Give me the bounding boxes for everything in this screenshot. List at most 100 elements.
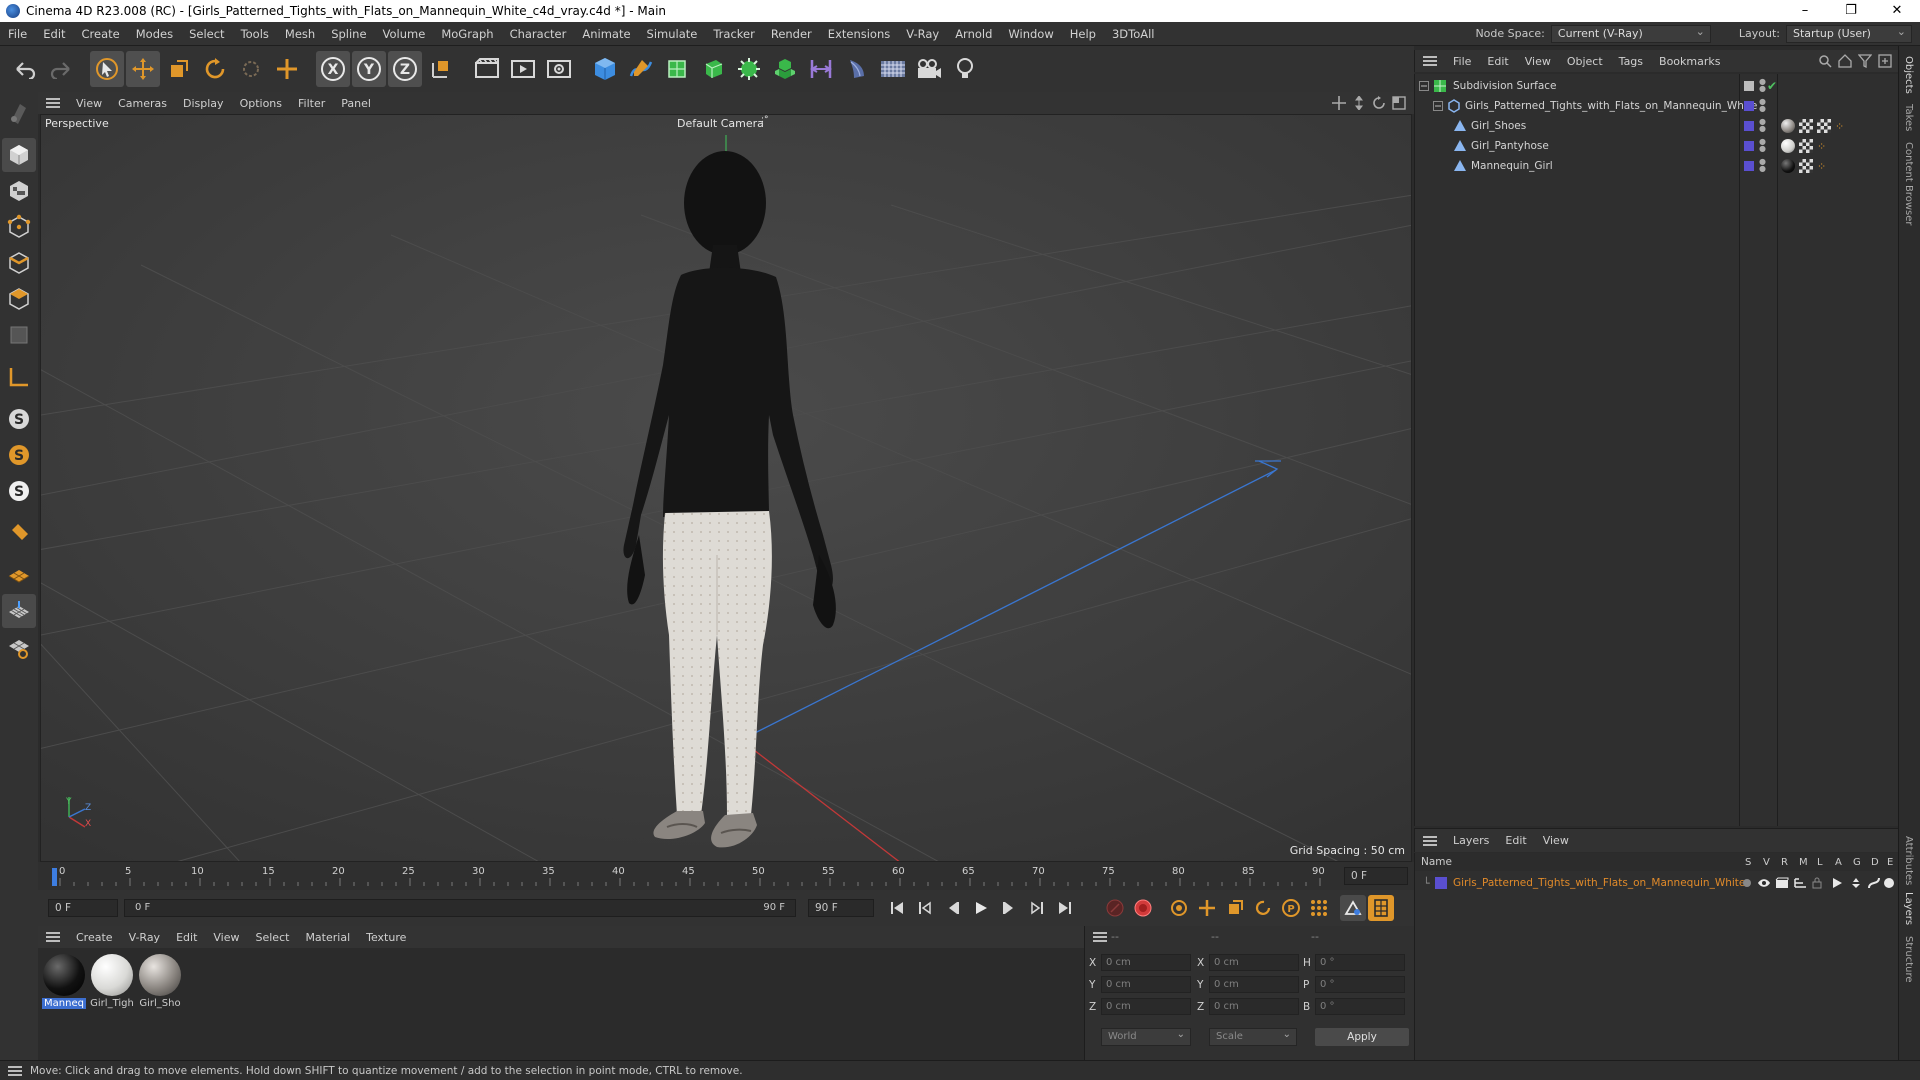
- object-menu-edit[interactable]: Edit: [1479, 55, 1516, 68]
- render-settings-icon[interactable]: [542, 51, 576, 87]
- layer-menu-view[interactable]: View: [1535, 834, 1577, 847]
- scene-floor-grid-icon[interactable]: [876, 51, 910, 87]
- transform-mode-dropdown[interactable]: Scale: [1209, 1027, 1297, 1046]
- minimize-button[interactable]: –: [1782, 0, 1828, 22]
- rot-h-field[interactable]: 0 °: [1315, 954, 1405, 971]
- maximize-button[interactable]: ❐: [1828, 0, 1874, 22]
- live-selection-icon[interactable]: [234, 51, 268, 87]
- rotate-tool-icon[interactable]: [198, 51, 232, 87]
- cube-primitive-icon[interactable]: [588, 51, 622, 87]
- material-menu-edit[interactable]: Edit: [168, 931, 205, 944]
- menu-arnold[interactable]: Arnold: [947, 27, 1000, 41]
- cloner-icon[interactable]: [732, 51, 766, 87]
- snap-icon[interactable]: S: [2, 402, 36, 436]
- points-mode-icon[interactable]: [2, 210, 36, 244]
- select-arrow-icon[interactable]: [90, 51, 124, 87]
- layout-dropdown[interactable]: Startup (User): [1786, 24, 1912, 43]
- object-menu-object[interactable]: Object: [1559, 55, 1611, 68]
- texture-mode-icon[interactable]: [2, 174, 36, 208]
- apply-button[interactable]: Apply: [1315, 1028, 1409, 1046]
- layer-manager-icon[interactable]: [1793, 877, 1807, 889]
- layer-flag-view[interactable]: V: [1763, 857, 1770, 868]
- rot-b-field[interactable]: 0 °: [1315, 998, 1405, 1015]
- layer-render-icon[interactable]: [1775, 877, 1789, 889]
- material-swatch[interactable]: Manneq: [42, 954, 86, 1009]
- pos-z-field[interactable]: 0 cm: [1101, 998, 1191, 1015]
- next-frame-icon[interactable]: [996, 895, 1022, 921]
- layer-animation-icon[interactable]: [1831, 877, 1843, 889]
- undo-icon[interactable]: [8, 51, 42, 87]
- current-frame-field[interactable]: 0 F: [1344, 867, 1408, 885]
- visibility-dots-icon[interactable]: ● ●: [1759, 138, 1766, 153]
- object-hamburger-icon[interactable]: [1423, 56, 1437, 66]
- menu-tracker[interactable]: Tracker: [705, 27, 763, 41]
- menu-help[interactable]: Help: [1062, 27, 1104, 41]
- layer-flag-manager[interactable]: M: [1799, 857, 1808, 868]
- object-menu-view[interactable]: View: [1517, 55, 1559, 68]
- new-view-icon[interactable]: [1878, 54, 1892, 68]
- visibility-dots-icon[interactable]: ● ●: [1759, 158, 1766, 173]
- timeline-ruler[interactable]: 0 5 10 15 20 25 30 35 40 45 50 55 60 65 …: [38, 862, 1414, 890]
- locked-workplane-icon[interactable]: [2, 630, 36, 664]
- polygons-mode-icon[interactable]: [2, 282, 36, 316]
- position-key-icon[interactable]: [1194, 895, 1220, 921]
- spline-pen-icon[interactable]: [624, 51, 658, 87]
- tab-content-browser[interactable]: Content Browser: [1903, 142, 1914, 225]
- redo-icon[interactable]: [44, 51, 78, 87]
- workplane-icon[interactable]: [2, 360, 36, 394]
- layer-expressions-icon[interactable]: [1883, 877, 1895, 889]
- layer-menu-layers[interactable]: Layers: [1445, 834, 1497, 847]
- layer-hamburger-icon[interactable]: [1423, 835, 1437, 846]
- motion-recording-icon[interactable]: [1340, 895, 1366, 921]
- menu-tools[interactable]: Tools: [233, 27, 277, 41]
- close-button[interactable]: ✕: [1874, 0, 1920, 22]
- layer-flag-render[interactable]: R: [1781, 857, 1788, 868]
- size-y-field[interactable]: 0 cm: [1209, 976, 1299, 993]
- menu-window[interactable]: Window: [1000, 27, 1061, 41]
- node-space-dropdown[interactable]: Current (V-Ray): [1550, 24, 1711, 43]
- menu-select[interactable]: Select: [181, 27, 232, 41]
- render-to-picture-viewer-icon[interactable]: [506, 51, 540, 87]
- play-forward-icon[interactable]: [968, 895, 994, 921]
- layer-flag-locked[interactable]: L: [1817, 857, 1823, 868]
- object-row-pantyhose[interactable]: Girl_Pantyhose ● ● ⁘: [1415, 136, 1899, 156]
- material-tag-icon[interactable]: [1781, 139, 1795, 153]
- menu-animate[interactable]: Animate: [574, 27, 638, 41]
- layer-flag-expressions[interactable]: E: [1887, 857, 1893, 868]
- size-z-field[interactable]: 0 cm: [1209, 998, 1299, 1015]
- zoom-view-icon[interactable]: [1352, 96, 1366, 110]
- material-menu-view[interactable]: View: [205, 931, 247, 944]
- tweak-mode-icon[interactable]: [2, 516, 36, 550]
- previous-key-icon[interactable]: [912, 895, 938, 921]
- range-slider[interactable]: 0 F 90 F: [124, 899, 796, 917]
- tab-takes[interactable]: Takes: [1903, 104, 1914, 131]
- size-x-field[interactable]: 0 cm: [1209, 954, 1299, 971]
- extrude-generator-icon[interactable]: [696, 51, 730, 87]
- rotate-view-icon[interactable]: [1372, 96, 1386, 110]
- vray-tag-icon[interactable]: ⁘: [1835, 120, 1844, 133]
- pan-view-icon[interactable]: [1332, 96, 1346, 110]
- coordinates-hamburger-icon[interactable]: [1093, 932, 1107, 942]
- material-swatch[interactable]: Girl_Sho: [138, 954, 182, 1009]
- go-to-start-icon[interactable]: [884, 895, 910, 921]
- object-row-null[interactable]: Girls_Patterned_Tights_with_Flats_on_Man…: [1415, 96, 1899, 116]
- layer-deformers-icon[interactable]: [1867, 877, 1881, 889]
- layer-color-swatch[interactable]: [1435, 877, 1447, 889]
- go-to-end-icon[interactable]: [1052, 895, 1078, 921]
- coordinate-system-icon[interactable]: [424, 51, 458, 87]
- scale-key-icon[interactable]: [1222, 895, 1248, 921]
- layer-swatch-icon[interactable]: [1743, 140, 1755, 152]
- menu-mesh[interactable]: Mesh: [277, 27, 323, 41]
- scale-tool-icon[interactable]: [162, 51, 196, 87]
- previous-frame-icon[interactable]: [940, 895, 966, 921]
- playhead[interactable]: [52, 868, 57, 886]
- render-view-icon[interactable]: [470, 51, 504, 87]
- uvw-tag-icon[interactable]: [1799, 159, 1813, 173]
- layer-flag-animation[interactable]: A: [1835, 857, 1842, 868]
- menu-3dtoall[interactable]: 3DToAll: [1104, 27, 1163, 41]
- light-object-icon[interactable]: [948, 51, 982, 87]
- end-frame-field[interactable]: 90 F: [808, 899, 874, 917]
- layer-flag-deformers[interactable]: D: [1871, 857, 1879, 868]
- home-icon[interactable]: [1838, 54, 1852, 68]
- material-menu-vray[interactable]: V-Ray: [121, 931, 169, 944]
